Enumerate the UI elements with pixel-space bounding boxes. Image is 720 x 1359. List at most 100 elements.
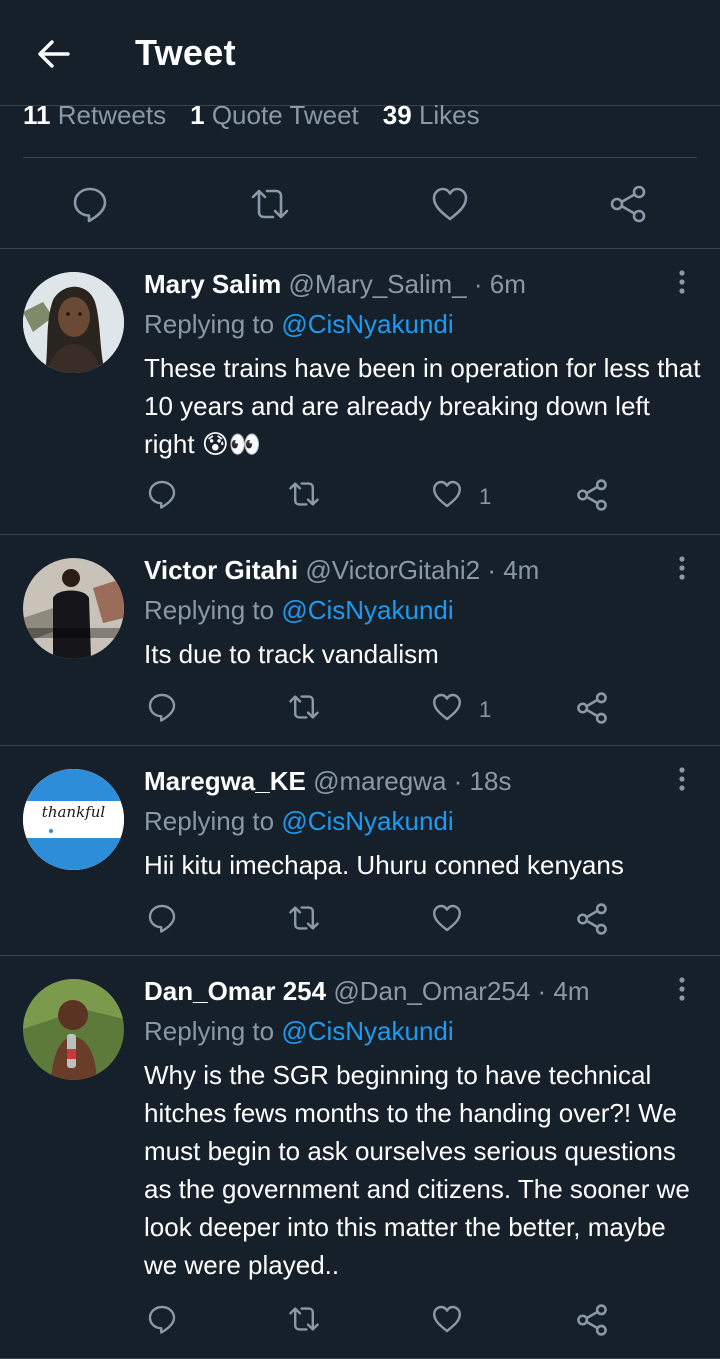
vertical-dots-icon <box>679 556 685 580</box>
avatar[interactable] <box>23 558 124 659</box>
more-options-button[interactable] <box>671 766 693 796</box>
reply-button[interactable] <box>146 478 178 518</box>
retweet-arrows-icon <box>289 1307 319 1331</box>
retweet-button[interactable] <box>250 184 290 224</box>
like-button[interactable]: 1 <box>431 691 511 731</box>
heart-icon <box>433 904 461 932</box>
tweet-text: Why is the SGR beginning to have technic… <box>144 1060 690 1280</box>
back-button[interactable] <box>34 34 74 74</box>
share-nodes-icon <box>577 903 607 935</box>
reply-button[interactable] <box>146 902 178 942</box>
author-name[interactable]: Mary Salim <box>144 269 281 299</box>
more-options-button[interactable] <box>671 269 693 299</box>
speech-bubble-icon <box>148 1305 176 1334</box>
more-options-button[interactable] <box>671 555 693 585</box>
share-button[interactable] <box>575 1303 609 1343</box>
author-name[interactable]: Victor Gitahi <box>144 555 298 585</box>
retweet-button[interactable] <box>287 1303 321 1343</box>
mention-link[interactable]: @CisNyakundi <box>281 1016 453 1046</box>
tweet-actions <box>0 902 720 946</box>
speech-bubble-icon <box>148 904 176 933</box>
tweet-actions <box>0 1303 720 1347</box>
speech-bubble-icon <box>148 693 176 722</box>
vertical-dots-icon <box>679 270 685 294</box>
share-button[interactable] <box>575 478 609 518</box>
author-line: Dan_Omar 254 @Dan_Omar254 · 4m <box>144 976 590 1007</box>
reply-button[interactable] <box>70 184 110 224</box>
mention-link[interactable]: @CisNyakundi <box>281 595 453 625</box>
reply-tweet[interactable]: thankful Maregwa_KE @maregwa · 18s Reply… <box>0 746 720 956</box>
replying-to: Replying to @CisNyakundi <box>144 1016 454 1046</box>
share-button[interactable] <box>575 902 609 942</box>
heart-icon <box>433 693 461 721</box>
author-line: Mary Salim @Mary_Salim_ · 6m <box>144 269 526 300</box>
reply-tweet[interactable]: Mary Salim @Mary_Salim_ · 6m Replying to… <box>0 249 720 535</box>
tweet-actions: 1 <box>0 478 720 522</box>
author-handle[interactable]: @Dan_Omar254 <box>333 976 530 1006</box>
replying-to: Replying to @CisNyakundi <box>144 309 454 339</box>
tweet-text: These trains have been in operation for … <box>144 353 701 459</box>
top-app-bar: Tweet <box>0 0 720 106</box>
avatar-image <box>23 272 124 373</box>
avatar[interactable] <box>23 979 124 1080</box>
author-handle[interactable]: @VictorGitahi2 <box>305 555 480 585</box>
mention-link[interactable]: @CisNyakundi <box>281 309 453 339</box>
avatar-script-text: thankful <box>41 803 106 821</box>
main-tweet-actions <box>0 158 720 249</box>
tweet-actions: 1 <box>0 691 720 735</box>
author-name[interactable]: Maregwa_KE <box>144 766 306 796</box>
like-button[interactable]: 1 <box>431 478 511 518</box>
likes-stat[interactable]: 39 Likes <box>383 100 480 130</box>
retweet-button[interactable] <box>287 691 321 731</box>
like-button[interactable] <box>430 184 470 224</box>
speech-bubble-icon <box>148 480 176 509</box>
replying-to: Replying to @CisNyakundi <box>144 806 454 836</box>
author-line: Maregwa_KE @maregwa · 18s <box>144 766 511 797</box>
retweet-arrows-icon <box>289 906 319 930</box>
like-button[interactable] <box>431 1303 511 1343</box>
tweet-text: Hii kitu imechapa. Uhuru conned kenyans <box>144 850 624 880</box>
mention-link[interactable]: @CisNyakundi <box>281 806 453 836</box>
vertical-dots-icon <box>679 767 685 791</box>
like-count: 1 <box>479 697 492 722</box>
author-name[interactable]: Dan_Omar 254 <box>144 976 326 1006</box>
like-button[interactable] <box>431 902 511 942</box>
avatar-image <box>23 558 124 659</box>
heart-icon <box>433 1305 461 1333</box>
speech-bubble-icon <box>73 187 107 223</box>
author-handle[interactable]: @maregwa <box>313 766 446 796</box>
replying-to: Replying to @CisNyakundi <box>144 595 454 625</box>
more-options-button[interactable] <box>671 976 693 1006</box>
heart-icon <box>432 187 468 221</box>
retweet-button[interactable] <box>287 478 321 518</box>
reply-tweet[interactable]: Dan_Omar 254 @Dan_Omar254 · 4m Replying … <box>0 956 720 1359</box>
page-title: Tweet <box>135 32 236 73</box>
share-button[interactable] <box>608 184 648 224</box>
author-handle[interactable]: @Mary_Salim_ <box>289 269 467 299</box>
share-button[interactable] <box>575 691 609 731</box>
share-nodes-icon <box>610 185 646 223</box>
author-line: Victor Gitahi @VictorGitahi2 · 4m <box>144 555 539 586</box>
engagement-stats: 11 Retweets 1 Quote Tweet 39 Likes <box>23 100 480 131</box>
heart-icon <box>433 480 461 508</box>
share-nodes-icon <box>577 692 607 724</box>
avatar[interactable] <box>23 272 124 373</box>
like-count: 1 <box>479 484 492 509</box>
retweet-button[interactable] <box>287 902 321 942</box>
tweet-text: Its due to track vandalism <box>144 639 439 669</box>
timestamp: · 18s <box>453 766 512 796</box>
share-nodes-icon <box>577 479 607 511</box>
reply-tweet[interactable]: Victor Gitahi @VictorGitahi2 · 4m Replyi… <box>0 535 720 746</box>
avatar-image <box>23 979 124 1080</box>
retweets-stat[interactable]: 11 Retweets <box>23 100 166 130</box>
retweet-arrows-icon <box>289 695 319 719</box>
retweet-arrows-icon <box>251 189 289 219</box>
share-nodes-icon <box>577 1304 607 1336</box>
arrow-left-icon <box>38 40 70 68</box>
quotes-stat[interactable]: 1 Quote Tweet <box>190 100 359 130</box>
retweet-arrows-icon <box>289 482 319 506</box>
reply-button[interactable] <box>146 1303 178 1343</box>
reply-button[interactable] <box>146 691 178 731</box>
avatar[interactable]: thankful <box>23 769 124 870</box>
timestamp: · 6m <box>473 269 526 299</box>
